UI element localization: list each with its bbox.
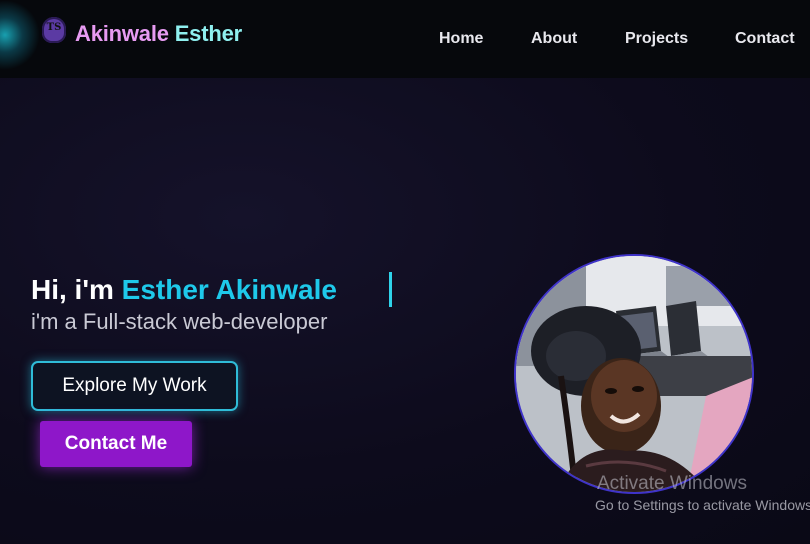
contact-me-button[interactable]: Contact Me <box>40 421 192 467</box>
nav-menu: Home About Projects Contact <box>0 30 810 50</box>
typing-cursor <box>389 272 392 307</box>
nav-link-projects[interactable]: Projects <box>625 30 688 48</box>
activate-windows-title: Activate Windows <box>597 473 747 494</box>
greeting-prefix: Hi, i'm <box>31 274 122 305</box>
profile-photo-illustration <box>516 256 752 492</box>
profile-photo <box>514 254 754 494</box>
activate-windows-subtitle: Go to Settings to activate Windows. <box>595 497 810 513</box>
nav-link-home[interactable]: Home <box>439 30 483 48</box>
nav-link-contact[interactable]: Contact <box>735 30 795 48</box>
hero-subtitle: i'm a Full-stack web-developer <box>31 309 328 334</box>
greeting-name: Esther Akinwale <box>121 274 337 305</box>
navbar: TS Akinwale Esther Home About Projects C… <box>0 0 810 78</box>
explore-work-button[interactable]: Explore My Work <box>31 361 238 411</box>
hero-greeting: Hi, i'm Esther Akinwale <box>31 274 337 306</box>
nav-link-about[interactable]: About <box>531 30 577 48</box>
